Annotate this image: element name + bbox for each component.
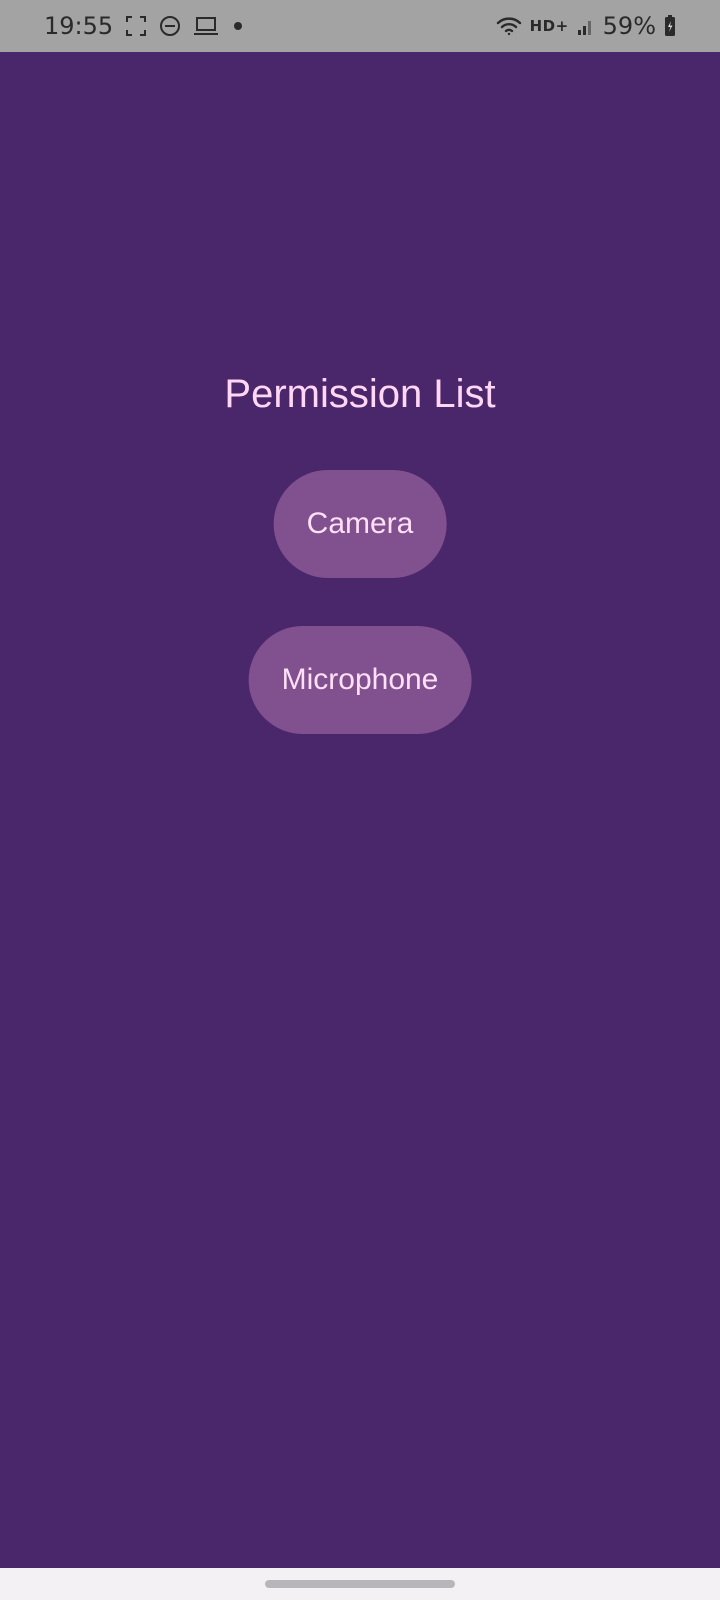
battery-icon bbox=[664, 15, 676, 37]
microphone-permission-button[interactable]: Microphone bbox=[248, 626, 472, 734]
microphone-button-label: Microphone bbox=[281, 663, 439, 696]
screenshot-icon bbox=[125, 15, 147, 37]
battery-percent: 59% bbox=[602, 12, 656, 40]
laptop-icon bbox=[193, 16, 219, 36]
wifi-icon bbox=[496, 15, 522, 37]
navigation-bar bbox=[0, 1568, 720, 1600]
camera-permission-button[interactable]: Camera bbox=[273, 470, 447, 578]
do-not-disturb-icon bbox=[159, 15, 181, 37]
status-right: HD+ 59% bbox=[496, 12, 676, 40]
status-bar: 19:55 HD+ 59% bbox=[0, 0, 720, 52]
status-time: 19:55 bbox=[44, 12, 114, 40]
notification-dot-icon bbox=[231, 19, 245, 33]
app-screen: Permission List Camera Microphone bbox=[0, 52, 720, 1568]
home-gesture-handle[interactable] bbox=[265, 1580, 455, 1588]
network-type-label: HD+ bbox=[529, 17, 569, 35]
page-title: Permission List bbox=[224, 372, 496, 416]
status-left: 19:55 bbox=[44, 12, 245, 40]
camera-button-label: Camera bbox=[306, 507, 414, 540]
signal-icon bbox=[577, 16, 595, 36]
